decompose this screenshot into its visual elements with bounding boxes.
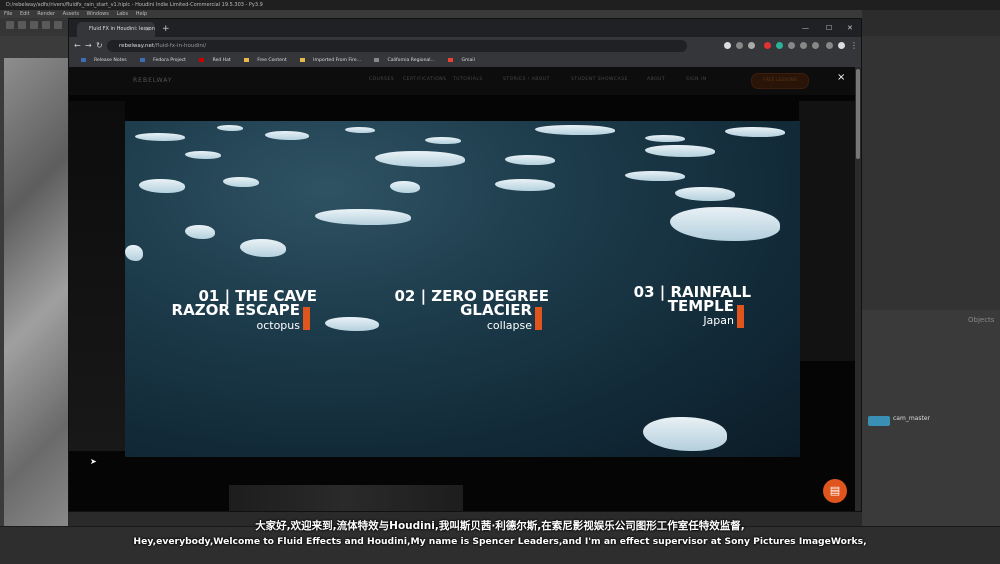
extension-icon[interactable] — [788, 42, 795, 49]
project-1-title[interactable]: RAZOR ESCAPE — [145, 303, 300, 318]
subtitle-english: Hey,everybody,Welcome to Fluid Effects a… — [133, 536, 867, 547]
browser-tab[interactable]: Fluid FX in Houdini: lessons from — [77, 22, 155, 37]
profile-icon[interactable] — [838, 42, 845, 49]
subtitle-chinese: 大家好,欢迎来到,流体特效与Houdini,我叫斯贝茜·利德尔斯,在索尼影视娱乐… — [255, 520, 745, 532]
bookmark-item[interactable]: Free Content — [238, 57, 287, 63]
network-context-label: Objects — [968, 316, 995, 324]
fedora-icon — [140, 57, 146, 62]
shelf-tool-icon[interactable] — [42, 21, 50, 29]
video-player[interactable]: 01 | THE CAVE RAZOR ESCAPE octopus 02 | … — [125, 121, 800, 457]
bookmark-item[interactable]: California Regional... — [368, 57, 435, 63]
project-2-title[interactable]: GLACIER — [425, 303, 532, 318]
shelf-tool-icon[interactable] — [18, 21, 26, 29]
shelf-tool-icon[interactable] — [30, 21, 38, 29]
chat-icon[interactable]: ▤ — [823, 479, 847, 503]
camera-node-label: cam_master — [893, 415, 930, 422]
new-tab-icon[interactable]: + — [162, 22, 170, 37]
accent-bar — [535, 307, 542, 330]
kebab-menu-icon[interactable]: ⋮ — [850, 37, 858, 55]
menu-item[interactable]: File — [4, 11, 12, 17]
bookmark-item[interactable]: Red Hat — [193, 57, 231, 63]
fedora-icon — [81, 57, 86, 62]
nav-tutorials[interactable]: TUTORIALS — [453, 77, 483, 82]
folder-icon — [300, 57, 306, 62]
mouse-cursor-icon: ➤ — [90, 457, 97, 466]
shelf-tool-icon[interactable] — [6, 21, 14, 29]
reload-icon[interactable]: ↻ — [96, 37, 103, 55]
close-icon[interactable]: × — [837, 71, 845, 85]
share-icon[interactable] — [736, 42, 743, 49]
star-icon[interactable] — [748, 42, 755, 49]
shelf-tool-icon[interactable] — [54, 21, 62, 29]
tab-bar: Fluid FX in Houdini: lessons from ✕ + — … — [69, 19, 861, 37]
folder-icon — [244, 57, 250, 62]
menu-item[interactable]: Help — [136, 11, 147, 17]
menu-item[interactable]: Render — [37, 11, 55, 17]
url-path: /fluid-fx-in-houdini/ — [154, 43, 207, 49]
project-2-subtitle: collapse — [486, 319, 532, 332]
menu-item[interactable]: Edit — [20, 11, 30, 17]
close-window-icon[interactable]: ✕ — [847, 21, 853, 35]
back-icon[interactable]: ← — [74, 37, 81, 55]
nav-stories[interactable]: STORIES / ABOUT — [503, 77, 550, 82]
extension-icon[interactable] — [776, 42, 783, 49]
page-thumbnail — [229, 485, 463, 511]
minimize-icon[interactable]: — — [802, 21, 809, 35]
free-lessons-button[interactable]: FREE LESSONS — [751, 73, 809, 89]
accent-bar — [303, 307, 310, 330]
accent-bar — [737, 305, 744, 328]
scrollbar-thumb[interactable] — [856, 69, 860, 159]
google-icon[interactable] — [724, 42, 731, 49]
nav-sign-in[interactable]: SIGN IN — [686, 77, 707, 82]
page-background — [799, 101, 855, 361]
houdini-menu-bar: File Edit Render Assets Windows Labs Hel… — [0, 10, 1000, 18]
extension-icon[interactable] — [764, 42, 771, 49]
bookmark-item[interactable]: Gmail — [442, 57, 475, 63]
web-page: REBELWAY COURSES CERTIFICATIONS TUTORIAL… — [69, 67, 855, 511]
project-1-subtitle: octopus — [256, 319, 300, 332]
extension-icon[interactable] — [800, 42, 807, 49]
browser-window: Fluid FX in Houdini: lessons from ✕ + — … — [68, 18, 862, 512]
site-logo[interactable]: REBELWAY — [133, 74, 173, 88]
site-header: REBELWAY COURSES CERTIFICATIONS TUTORIAL… — [69, 67, 855, 95]
houdini-viewport[interactable] — [4, 58, 68, 528]
menu-item[interactable]: Labs — [116, 11, 128, 17]
project-3-subtitle: Japan — [703, 314, 734, 327]
houdini-title-bar: D:/rebelway/adfx/rivers/fluidfx_rain_sta… — [0, 0, 1000, 10]
tab-close-icon[interactable]: ✕ — [145, 22, 150, 37]
nav-courses[interactable]: COURSES — [369, 77, 394, 82]
globe-icon — [374, 57, 380, 62]
bookmark-item[interactable]: Fedora Project — [134, 57, 186, 63]
forward-icon[interactable]: → — [85, 37, 92, 55]
nav-student-showcase[interactable]: STUDENT SHOWCASE — [571, 77, 628, 82]
redhat-icon — [199, 57, 205, 62]
menu-item[interactable]: Assets — [63, 11, 79, 17]
project-3-title[interactable]: TEMPLE — [645, 299, 734, 314]
bookmark-item[interactable]: Release Notes — [75, 57, 127, 63]
nav-certifications[interactable]: CERTIFICATIONS — [403, 77, 447, 82]
gmail-icon — [448, 57, 454, 62]
address-bar[interactable]: rebelway.net/fluid-fx-in-houdini/ — [107, 40, 687, 52]
camera-node[interactable] — [868, 416, 890, 426]
nav-about[interactable]: ABOUT — [647, 77, 665, 82]
menu-item[interactable]: Windows — [87, 11, 109, 17]
maximize-icon[interactable]: ☐ — [826, 21, 832, 35]
sidepanel-icon[interactable] — [826, 42, 833, 49]
bookmark-item[interactable]: Imported From Fire... — [294, 57, 361, 63]
browser-toolbar: ← → ↻ rebelway.net/fluid-fx-in-houdini/ … — [69, 37, 861, 55]
page-background — [69, 101, 125, 451]
url-domain: rebelway.net — [119, 43, 155, 49]
puzzle-icon[interactable] — [812, 42, 819, 49]
